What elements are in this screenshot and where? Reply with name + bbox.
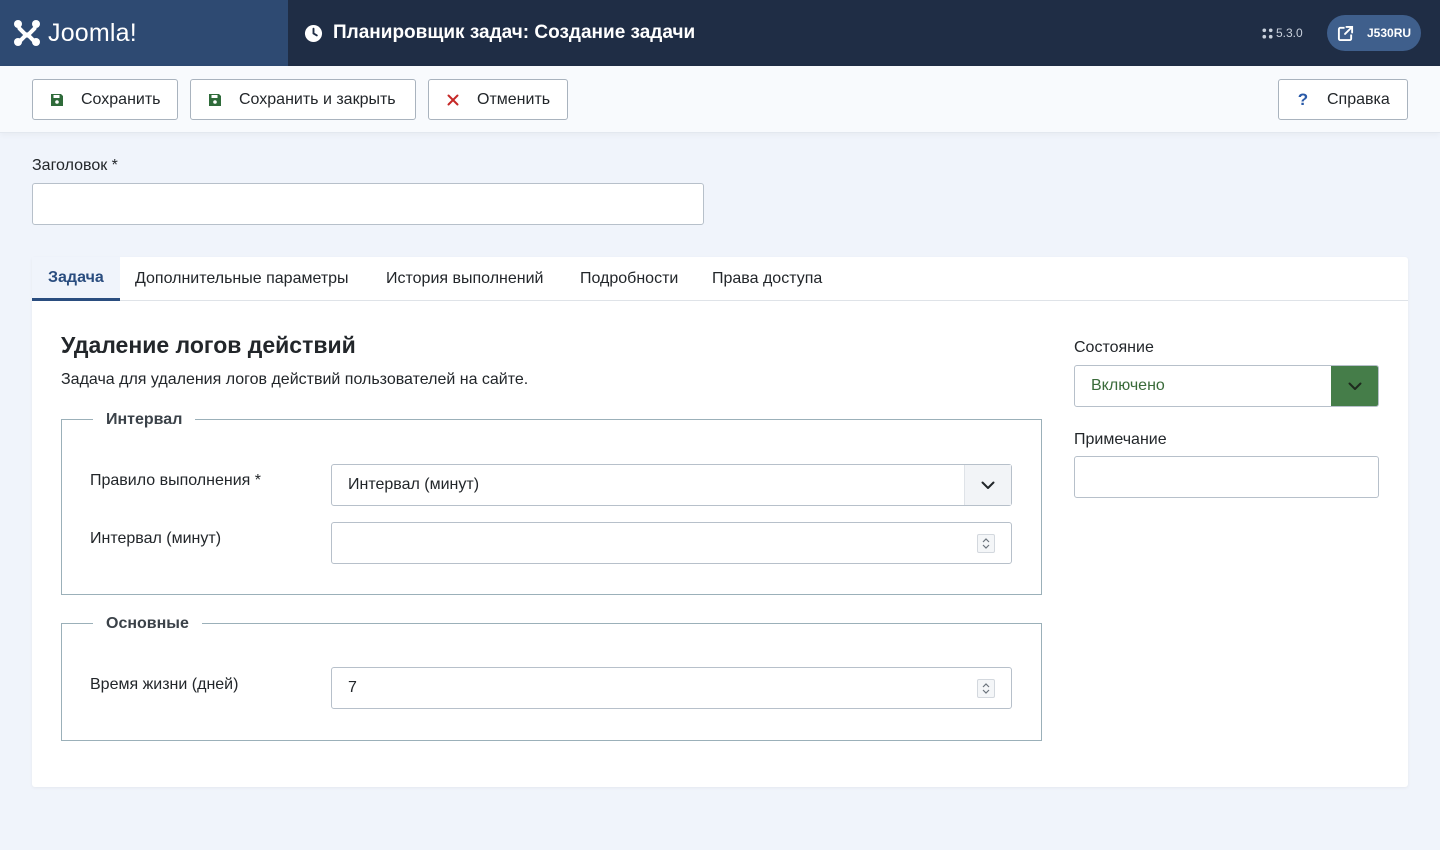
title-input[interactable] — [32, 183, 704, 225]
state-select-value: Включено — [1091, 377, 1165, 394]
task-description: Задача для удаления логов действий польз… — [61, 371, 529, 388]
interval-legend: Интервал — [93, 411, 196, 429]
interval-number-input[interactable] — [331, 522, 1012, 564]
state-label: Состояние — [1074, 339, 1154, 356]
note-input[interactable] — [1074, 456, 1379, 498]
chevron-down-icon — [1331, 366, 1378, 406]
tab-panel: Задача Дополнительные параметры История … — [32, 257, 1408, 787]
task-name: Удаление логов действий — [61, 332, 356, 358]
tab-task[interactable]: Задача — [32, 257, 120, 301]
cancel-label: Отменить — [477, 90, 551, 108]
rule-select[interactable]: Интервал (минут) — [331, 464, 1012, 506]
brand[interactable]: Joomla! — [0, 0, 288, 66]
rule-label: Правило выполнения * — [90, 472, 261, 489]
version-badge: 5.3.0 — [1262, 26, 1303, 40]
times-icon — [445, 92, 461, 108]
version-text: 5.3.0 — [1276, 26, 1303, 40]
tab-list: Задача Дополнительные параметры История … — [32, 257, 1408, 301]
page-title: Планировщик задач: Создание задачи — [304, 0, 695, 66]
lifetime-value: 7 — [348, 679, 357, 696]
rule-select-value: Интервал (минут) — [348, 476, 480, 493]
state-select[interactable]: Включено — [1074, 365, 1379, 407]
save-button[interactable]: Сохранить — [32, 79, 178, 120]
help-button[interactable]: ? Справка — [1278, 79, 1408, 120]
external-link-icon — [1337, 25, 1354, 41]
number-spinner-icon[interactable] — [977, 534, 995, 553]
toolbar: Сохранить Сохранить и закрыть Отменить ?… — [0, 66, 1440, 133]
floppy-disk-icon — [49, 92, 65, 108]
number-spinner-icon[interactable] — [977, 679, 995, 698]
brand-name: Joomla! — [48, 18, 137, 47]
tab-permissions[interactable]: Права доступа — [696, 257, 838, 301]
save-label: Сохранить — [81, 90, 161, 108]
view-site-button[interactable]: J530RU — [1327, 15, 1421, 51]
interval-label: Интервал (минут) — [90, 530, 222, 547]
joomla-mini-icon — [1262, 27, 1273, 39]
cancel-button[interactable]: Отменить — [428, 79, 568, 120]
header: Joomla! Планировщик задач: Создание зада… — [0, 0, 1440, 66]
tab-advanced[interactable]: Дополнительные параметры — [119, 257, 365, 301]
basic-legend: Основные — [93, 615, 202, 633]
tab-history[interactable]: История выполнений — [370, 257, 559, 301]
note-label: Примечание — [1074, 431, 1167, 448]
floppy-disk-icon — [207, 92, 223, 108]
chevron-down-icon — [964, 465, 1011, 505]
help-label: Справка — [1327, 90, 1390, 108]
lifetime-label: Время жизни (дней) — [90, 676, 239, 693]
basic-fieldset: Основные Время жизни (дней) 7 — [61, 615, 1042, 741]
joomla-logo-icon — [14, 20, 40, 46]
page-title-text: Планировщик задач: Создание задачи — [333, 22, 696, 43]
save-close-label: Сохранить и закрыть — [239, 90, 396, 108]
title-label: Заголовок * — [32, 157, 118, 174]
save-and-close-button[interactable]: Сохранить и закрыть — [190, 79, 416, 120]
interval-fieldset: Интервал Правило выполнения * Интервал (… — [61, 411, 1042, 595]
clock-icon — [304, 24, 323, 42]
tab-details[interactable]: Подробности — [564, 257, 694, 301]
lifetime-number-input[interactable]: 7 — [331, 667, 1012, 709]
question-icon: ? — [1297, 89, 1309, 109]
site-button-label: J530RU — [1367, 26, 1412, 40]
